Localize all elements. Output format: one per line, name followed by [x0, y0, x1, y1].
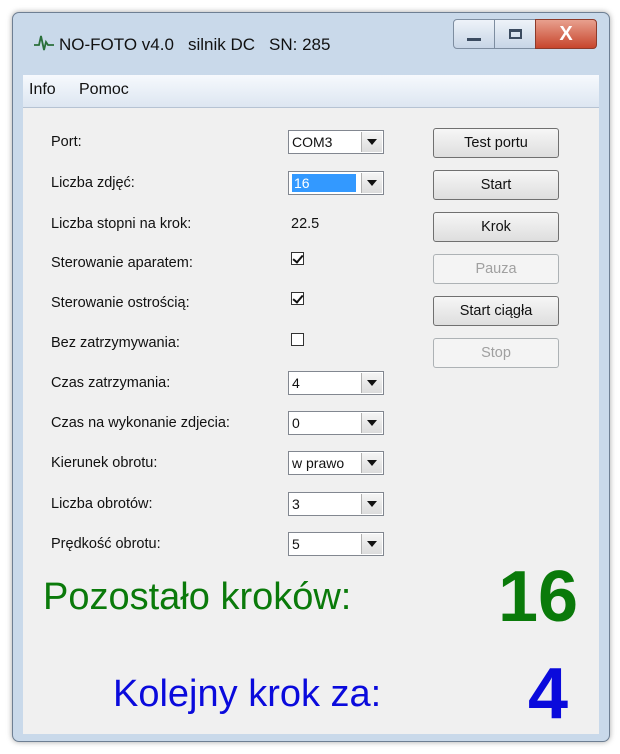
port-label: Port: [51, 134, 82, 150]
title-motor: silnik DC [187, 35, 255, 54]
next-step-value: 4 [528, 654, 569, 734]
photos-value: 16 [292, 174, 356, 192]
menu-bar: Info Pomoc [23, 75, 599, 108]
port-select[interactable]: COM3 [288, 130, 384, 154]
stop-button[interactable]: Stop [433, 338, 559, 368]
direction-value: w prawo [292, 455, 345, 471]
photos-select[interactable]: 16 [288, 171, 384, 195]
minimize-icon [467, 37, 481, 41]
caption-buttons: X [453, 19, 597, 49]
maximize-button[interactable] [494, 19, 536, 49]
remaining-steps-label: Pozostało kroków: [43, 576, 352, 618]
direction-label: Kierunek obrotu: [51, 455, 158, 471]
pause-button[interactable]: Pauza [433, 254, 559, 284]
no-stop-checkbox[interactable] [291, 333, 304, 346]
degrees-label: Liczba stopni na krok: [51, 216, 192, 232]
port-value: COM3 [292, 134, 333, 150]
menu-info[interactable]: Info [29, 81, 56, 99]
test-port-button[interactable]: Test portu [433, 128, 559, 158]
chevron-down-icon[interactable] [361, 373, 382, 393]
maximize-icon [508, 29, 522, 39]
step-button[interactable]: Krok [433, 212, 559, 242]
speed-select[interactable]: 5 [288, 532, 384, 556]
stop-time-select[interactable]: 4 [288, 371, 384, 395]
window-title: NO-FOTO v4.0 silnik DC SN: 285 [59, 35, 330, 55]
next-step-label: Kolejny krok za: [113, 673, 382, 715]
rotations-select[interactable]: 3 [288, 492, 384, 516]
photos-label: Liczba zdjęć: [51, 175, 135, 191]
chevron-down-icon[interactable] [361, 132, 382, 152]
title-app: NO-FOTO v4.0 [59, 35, 174, 54]
stop-time-value: 4 [292, 375, 300, 391]
camera-control-checkbox[interactable] [291, 252, 304, 265]
close-button[interactable]: X [535, 19, 597, 49]
focus-control-label: Sterowanie ostrością: [51, 295, 190, 311]
no-stop-label: Bez zatrzymywania: [51, 335, 180, 351]
minimize-button[interactable] [453, 19, 495, 49]
title-sn-value: 285 [302, 35, 331, 54]
focus-control-checkbox[interactable] [291, 292, 304, 305]
chevron-down-icon[interactable] [361, 534, 382, 554]
title-bar[interactable]: NO-FOTO v4.0 silnik DC SN: 285 X [13, 13, 609, 63]
title-sn-label: SN: [269, 35, 298, 54]
degrees-value: 22.5 [291, 216, 320, 232]
speed-value: 5 [292, 536, 300, 552]
chevron-down-icon[interactable] [361, 494, 382, 514]
menu-help[interactable]: Pomoc [79, 81, 129, 99]
rotations-label: Liczba obrotów: [51, 496, 153, 512]
rotations-value: 3 [292, 496, 300, 512]
shot-time-label: Czas na wykonanie zdjecia: [51, 415, 230, 431]
app-window: NO-FOTO v4.0 silnik DC SN: 285 X Info Pomo… [12, 12, 610, 742]
shot-time-value: 0 [292, 415, 300, 431]
camera-control-label: Sterowanie aparatem: [51, 255, 193, 271]
waveform-icon [34, 35, 54, 51]
speed-label: Prędkość obrotu: [51, 536, 161, 552]
chevron-down-icon[interactable] [361, 453, 382, 473]
chevron-down-icon[interactable] [361, 413, 382, 433]
close-icon: X [559, 22, 573, 45]
stop-time-label: Czas zatrzymania: [51, 375, 171, 391]
shot-time-select[interactable]: 0 [288, 411, 384, 435]
start-continuous-button[interactable]: Start ciągła [433, 296, 559, 326]
start-button[interactable]: Start [433, 170, 559, 200]
main-panel: Port: COM3 Liczba zdjęć: 16 Liczba stopn… [23, 108, 599, 734]
chevron-down-icon[interactable] [361, 173, 382, 193]
remaining-steps-value: 16 [498, 557, 579, 637]
direction-select[interactable]: w prawo [288, 451, 384, 475]
